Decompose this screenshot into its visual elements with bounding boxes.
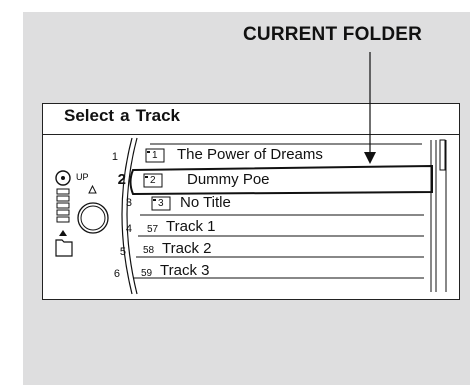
list-item-label[interactable]: The Power of Dreams xyxy=(177,146,323,163)
row-number: 5 xyxy=(119,246,126,258)
up-arrow-icon xyxy=(88,184,97,194)
selected-row-highlight[interactable] xyxy=(129,164,433,196)
row-number: 4 xyxy=(125,223,132,235)
up-label: UP xyxy=(76,172,89,182)
list-item-label[interactable]: No Title xyxy=(180,194,231,211)
list-item-label-current[interactable]: Dummy Poe xyxy=(187,171,270,188)
folder-tag-number: 1 xyxy=(152,150,158,161)
callout-arrow-icon xyxy=(364,152,376,164)
list-item-label[interactable]: Track 3 xyxy=(160,262,209,279)
control-panel xyxy=(55,170,109,257)
folder-tag-number: 2 xyxy=(150,175,156,186)
folder-icon xyxy=(55,239,73,257)
track-tag-number: 59 xyxy=(141,268,153,279)
folder-tag-number: 3 xyxy=(158,198,164,209)
list-item-label[interactable]: Track 2 xyxy=(162,240,211,257)
row-separators xyxy=(134,143,424,279)
disc-stack-icon xyxy=(56,188,70,223)
list-item-label[interactable]: Track 1 xyxy=(166,218,215,235)
row-number: 3 xyxy=(125,197,132,209)
row-number-current: 2 xyxy=(117,171,126,188)
row-number: 6 xyxy=(113,268,120,280)
selector-knob[interactable] xyxy=(77,202,109,234)
track-tag-number: 58 xyxy=(143,245,155,256)
up-triangle-icon xyxy=(59,230,67,236)
scrollbar[interactable] xyxy=(430,139,447,292)
row-number: 1 xyxy=(111,151,118,163)
scrollbar-thumb[interactable] xyxy=(439,139,446,171)
dial-curve-inner xyxy=(126,137,138,295)
track-tag-number: 57 xyxy=(147,224,159,235)
